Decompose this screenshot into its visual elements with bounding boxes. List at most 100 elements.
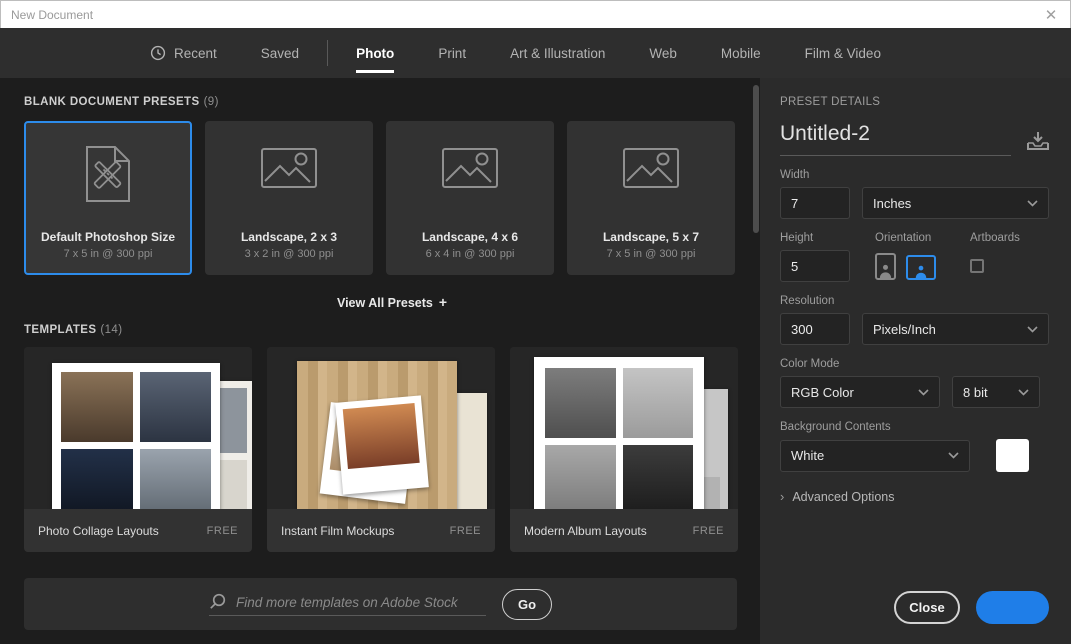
preset-subtitle: 3 x 2 in @ 300 ppi [245,248,334,260]
bit-depth-dropdown[interactable]: 8 bit [952,376,1040,408]
preset-title: Landscape, 2 x 3 [241,230,337,244]
presets-section-header: BLANK DOCUMENT PRESETS(9) [24,96,760,108]
background-color-swatch[interactable] [996,439,1029,472]
preset-title: Default Photoshop Size [41,230,175,244]
album-front-sheet [534,357,704,509]
background-contents-label: Background Contents [780,421,1049,433]
title-bar: New Document ✕ [0,0,1071,28]
tab-label: Photo [356,46,394,61]
tab-recent[interactable]: Recent [128,28,239,78]
save-preset-icon[interactable] [1027,131,1049,156]
chevron-down-icon [948,452,959,459]
height-input[interactable] [780,250,850,282]
tab-mobile[interactable]: Mobile [699,28,783,78]
advanced-options-label: Advanced Options [792,490,894,504]
tab-print[interactable]: Print [416,28,488,78]
close-button[interactable]: Close [894,591,960,624]
create-button[interactable] [976,591,1049,624]
tab-label: Recent [174,46,217,61]
chevron-right-icon: › [780,489,784,504]
width-input[interactable] [780,187,850,219]
template-title: Modern Album Layouts [524,524,647,538]
background-contents-dropdown[interactable]: White [780,440,970,472]
templates-section-header: TEMPLATES(14) [24,324,760,336]
bit-depth-value: 8 bit [963,385,988,400]
new-document-dialog: New Document ✕ Recent Saved Photo Print … [0,0,1071,644]
image-icon [569,145,733,191]
tab-label: Film & Video [805,46,881,61]
tab-label: Mobile [721,46,761,61]
chevron-down-icon [1018,389,1029,396]
document-name-field[interactable]: Untitled-2 [780,122,1011,156]
tab-label: Saved [261,46,299,61]
collage-front-sheet [52,363,220,509]
template-card-photo-collage[interactable]: Photo Collage Layouts FREE [24,347,252,552]
preset-details-panel: PRESET DETAILS Untitled-2 Width Inches [760,78,1071,644]
free-badge: FREE [693,525,724,537]
tab-art-illustration[interactable]: Art & Illustration [488,28,627,78]
preset-subtitle: 7 x 5 in @ 300 ppi [64,248,153,260]
preset-title: Landscape, 5 x 7 [603,230,699,244]
tab-web[interactable]: Web [627,28,699,78]
preset-card-landscape-4x6[interactable]: Landscape, 4 x 6 6 x 4 in @ 300 ppi [386,121,554,275]
preset-details-header: PRESET DETAILS [780,96,1049,108]
tab-film-video[interactable]: Film & Video [783,28,903,78]
width-unit-dropdown[interactable]: Inches [862,187,1049,219]
width-unit-value: Inches [873,196,911,211]
template-thumbnail [24,347,252,509]
document-preset-icon [26,145,190,203]
preset-subtitle: 6 x 4 in @ 300 ppi [426,248,515,260]
chevron-down-icon [1027,326,1038,333]
image-icon [207,145,371,191]
template-card-instant-film[interactable]: Instant Film Mockups FREE [267,347,495,552]
artboards-checkbox[interactable] [970,259,984,273]
template-thumbnail [267,347,495,509]
color-mode-dropdown[interactable]: RGB Color [780,376,940,408]
orientation-portrait-button[interactable] [875,253,896,280]
orientation-landscape-button[interactable] [906,255,936,280]
width-label: Width [780,169,1049,181]
template-card-modern-album[interactable]: Modern Album Layouts FREE [510,347,738,552]
free-badge: FREE [450,525,481,537]
preset-card-landscape-5x7[interactable]: Landscape, 5 x 7 7 x 5 in @ 300 ppi [567,121,735,275]
tab-label: Art & Illustration [510,46,605,61]
preset-card-landscape-2x3[interactable]: Landscape, 2 x 3 3 x 2 in @ 300 ppi [205,121,373,275]
clock-icon [150,45,166,61]
tab-label: Web [649,46,677,61]
template-caption: Instant Film Mockups FREE [267,509,495,552]
preset-card-row: Default Photoshop Size 7 x 5 in @ 300 pp… [24,121,760,275]
chevron-down-icon [918,389,929,396]
preset-title: Landscape, 4 x 6 [422,230,518,244]
template-thumbnail [510,347,738,509]
go-button[interactable]: Go [502,589,552,620]
template-caption: Photo Collage Layouts FREE [24,509,252,552]
color-mode-label: Color Mode [780,358,1049,370]
preset-subtitle: 7 x 5 in @ 300 ppi [607,248,696,260]
dialog-title: New Document [1,8,93,22]
templates-count: (14) [100,324,122,336]
view-all-presets-link[interactable]: View All Presets+ [24,294,760,310]
search-icon [209,593,226,610]
resolution-unit-dropdown[interactable]: Pixels/Inch [862,313,1049,345]
template-title: Photo Collage Layouts [38,524,159,538]
template-card-row: Photo Collage Layouts FREE [24,347,760,552]
left-panel-scrollbar[interactable] [753,85,759,233]
tab-photo[interactable]: Photo [334,28,416,78]
presets-count: (9) [204,96,219,108]
tab-label: Print [438,46,466,61]
search-input[interactable] [236,595,486,610]
resolution-input[interactable] [780,313,850,345]
template-title: Instant Film Mockups [281,524,394,538]
resolution-unit-value: Pixels/Inch [873,322,936,337]
plus-icon: + [439,294,447,310]
free-badge: FREE [207,525,238,537]
advanced-options-toggle[interactable]: › Advanced Options [780,489,1049,504]
close-icon[interactable]: ✕ [1038,1,1064,29]
preset-card-default-photoshop-size[interactable]: Default Photoshop Size 7 x 5 in @ 300 pp… [24,121,192,275]
artboards-label: Artboards [970,232,1020,244]
image-icon [388,145,552,191]
color-mode-value: RGB Color [791,385,854,400]
background-contents-value: White [791,448,824,463]
film-front-sheet [297,361,457,509]
tab-saved[interactable]: Saved [239,28,321,78]
